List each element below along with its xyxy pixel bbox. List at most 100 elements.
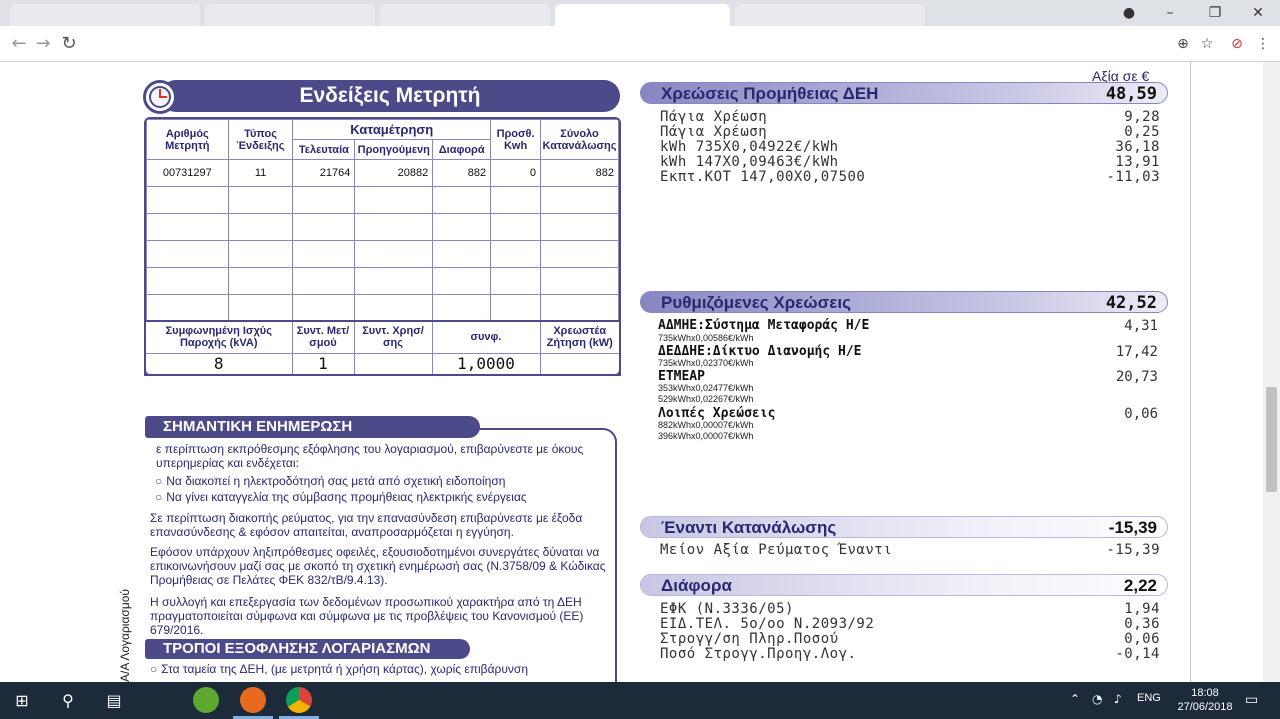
vertical-scrollbar[interactable] bbox=[1263, 62, 1280, 682]
capacity-table: Συμφωνημένη Ισχύς Παροχής (kVA) Συντ. Με… bbox=[144, 320, 621, 378]
bullet-icon: ○ bbox=[150, 662, 158, 676]
info-bullet: ○ Στα ταμεία της ΔΕΗ, (με μετρητά ή χρήση… bbox=[150, 662, 528, 676]
back-icon[interactable]: ← bbox=[8, 33, 30, 55]
table-row bbox=[146, 267, 619, 295]
col-total: Σύνολο Κατανάλωσης bbox=[540, 119, 619, 160]
col-coef-usage: Συντ. Χρησ/σης bbox=[353, 320, 433, 354]
menu-icon[interactable]: ⋮ bbox=[1254, 35, 1272, 53]
important-info-title: ΣΗΜΑΝΤΙΚΗ ΕΝΗΜΕΡΩΣΗ bbox=[145, 416, 480, 438]
browser-tab[interactable] bbox=[10, 4, 200, 26]
info-paragraph: ε περίπτωση εκπρόθεσμης εξόφλησης του λο… bbox=[156, 442, 584, 470]
regulated-charges-amount: 42,52 bbox=[1105, 293, 1157, 313]
info-paragraph: Η συλλογή και επεξεργασία των δεδομένων … bbox=[150, 595, 584, 637]
network-icon[interactable]: ◔ bbox=[1092, 692, 1102, 706]
charge-row: Στρογγ/ση Πληρ.Ποσού 0,06 bbox=[660, 631, 1160, 647]
charge-row: Μείον Αξία Ρεύματος Έναντι -15,39 bbox=[660, 542, 1160, 558]
bullet-icon: ○ bbox=[155, 490, 163, 504]
info-paragraph: Εφόσον υπάρχουν ληξιπρόθεσμες οφειλές, ε… bbox=[150, 545, 606, 587]
browser-tab[interactable] bbox=[205, 4, 375, 26]
billed-demand-value bbox=[539, 352, 621, 376]
browser-tab[interactable] bbox=[735, 4, 925, 26]
col-billed-demand: Χρεωστέα Ζήτηση (kW) bbox=[539, 320, 621, 354]
meter-no-value: 00731297 bbox=[146, 159, 229, 187]
charge-row: ΕΙΔ.ΤΕΛ. 5ο/οο Ν.2093/92 0,36 bbox=[660, 616, 1160, 632]
meter-readings-title: Ενδείξεις Μετρητή bbox=[160, 80, 620, 112]
col-coef-transformer: Συντ. Μετ/σμού bbox=[291, 320, 355, 354]
reading-type-value: 11 bbox=[227, 159, 294, 187]
table-row bbox=[146, 240, 619, 268]
charge-detail: 735kWhx0,02370€/kWh bbox=[658, 358, 754, 368]
browser-tab-active[interactable] bbox=[555, 4, 730, 26]
page-edge bbox=[1190, 62, 1191, 682]
difference-value: 882 bbox=[432, 159, 492, 187]
charge-row: Ποσό Στρογγ.Προηγ.Λογ. -0,14 bbox=[660, 646, 1160, 662]
col-added-kwh: Προσθ. Kwh bbox=[490, 119, 541, 160]
coef-usage-value bbox=[353, 352, 433, 376]
regulated-charges-header: Ρυθμιζόμενες Χρεώσεις 42,52 bbox=[640, 291, 1168, 313]
utorrent-icon[interactable] bbox=[193, 687, 219, 713]
col-difference: Διαφορά bbox=[432, 139, 492, 160]
maximize-button[interactable]: ❐ bbox=[1200, 4, 1230, 22]
against-consumption-amount: -15,39 bbox=[1108, 518, 1157, 537]
table-row bbox=[146, 186, 619, 214]
bullet-icon: ○ bbox=[155, 474, 163, 488]
show-hidden-icons-chevron-icon[interactable]: ⌃ bbox=[1070, 692, 1080, 706]
against-consumption-header: Έναντι Κατανάλωσης -15,39 bbox=[640, 516, 1168, 538]
table-row: 00731297 11 21764 20882 882 0 882 bbox=[146, 159, 619, 187]
browser-tab[interactable] bbox=[380, 4, 550, 26]
payment-methods-title: ΤΡΟΠΟΙ ΕΞΟΦΛΗΣΗΣ ΛΟΓΑΡΙΑΣΜΩΝ bbox=[145, 639, 470, 659]
table-row bbox=[146, 213, 619, 241]
charge-detail: 735kWhx0,00586€/kWh bbox=[658, 333, 754, 343]
close-button[interactable]: ✕ bbox=[1243, 4, 1273, 22]
address-bar[interactable]: ⊕ ☆ bbox=[88, 32, 1223, 56]
col-agreed-power: Συμφωνημένη Ισχύς Παροχής (kVA) bbox=[144, 320, 293, 354]
supply-charges-amount: 48,59 bbox=[1105, 84, 1157, 104]
notifications-icon[interactable]: ▭ bbox=[1245, 692, 1258, 708]
forward-icon[interactable]: → bbox=[32, 33, 54, 55]
charge-row: ΕΤΜΕΑΡ 20,73 bbox=[658, 369, 1158, 385]
agreed-power-value: 8 bbox=[144, 352, 293, 376]
scrollbar-thumb[interactable] bbox=[1266, 387, 1277, 492]
power-factor-value: 1,0000 bbox=[431, 352, 541, 376]
charge-row: Πάγια Χρέωση 0,25 bbox=[660, 124, 1160, 140]
charge-row: ΕΦΚ (Ν.3336/05) 1,94 bbox=[660, 601, 1160, 617]
previous-value: 20882 bbox=[354, 159, 434, 187]
info-paragraph: Σε περίπτωση διακοπής ρεύματος, για την … bbox=[150, 511, 583, 539]
total-value: 882 bbox=[540, 159, 619, 187]
charge-row: ΑΔΜΗΕ:Σύστημα Μεταφοράς Η/Ε 4,31 bbox=[658, 318, 1158, 334]
clock[interactable]: 18:08 27/06/2018 bbox=[1175, 686, 1235, 714]
last-value: 21764 bbox=[292, 159, 356, 187]
charge-row: kWh 147X0,09463€/kWh 13,91 bbox=[660, 154, 1160, 170]
task-view-icon[interactable]: ▤ bbox=[94, 686, 134, 716]
col-meter-no: Αριθμός Μετρητή bbox=[146, 119, 229, 160]
col-power-factor: συνφ. bbox=[431, 320, 541, 354]
side-account-label: Α/Α Λογαριασμού bbox=[118, 589, 132, 682]
account-icon[interactable]: ● bbox=[1114, 4, 1144, 22]
clock-icon bbox=[143, 80, 177, 114]
bookmark-star-icon[interactable]: ☆ bbox=[1198, 35, 1216, 53]
browser-toolbar: ← → ↻ ⊕ ☆ ⊘ ⋮ bbox=[0, 26, 1280, 62]
col-measurement: Καταμέτρηση bbox=[292, 119, 492, 140]
firefox-icon[interactable] bbox=[240, 687, 266, 713]
browser-tab-bar: ● – ❐ ✕ bbox=[0, 0, 1280, 26]
charge-row: Λοιπές Χρεώσεις 0,06 bbox=[658, 406, 1158, 422]
minimize-button[interactable]: – bbox=[1155, 4, 1185, 22]
search-icon[interactable]: ⚲ bbox=[48, 686, 88, 716]
col-last: Τελευταία bbox=[292, 139, 356, 160]
zoom-icon[interactable]: ⊕ bbox=[1174, 35, 1192, 53]
language-indicator[interactable]: ENG bbox=[1137, 692, 1161, 704]
info-bullet: ○ Να διακοπεί η ηλεκτροδότησή σας μετά απ… bbox=[155, 474, 506, 488]
volume-icon[interactable]: ♪ bbox=[1114, 692, 1122, 706]
charge-detail: 882kWhx0,00007€/kWh bbox=[658, 420, 754, 430]
reload-icon[interactable]: ↻ bbox=[58, 33, 80, 55]
added-kwh-value: 0 bbox=[490, 159, 541, 187]
charge-detail: 353kWhx0,02477€/kWh bbox=[658, 383, 754, 393]
table-row bbox=[146, 294, 619, 322]
info-bullet: ○ Να γίνει καταγγελία της σύμβασης προμήθ… bbox=[155, 490, 527, 504]
col-previous: Προηγούμενη bbox=[354, 139, 434, 160]
col-reading-type: Τύπος Ένδειξης bbox=[227, 119, 294, 160]
pdf-viewport[interactable]: Α/Α Λογαριασμού Ενδείξεις Μετρητή Αριθμό… bbox=[0, 62, 1280, 682]
chrome-icon[interactable] bbox=[286, 687, 312, 713]
extension-block-icon[interactable]: ⊘ bbox=[1228, 35, 1246, 53]
windows-start-icon[interactable]: ⊞ bbox=[2, 686, 42, 716]
